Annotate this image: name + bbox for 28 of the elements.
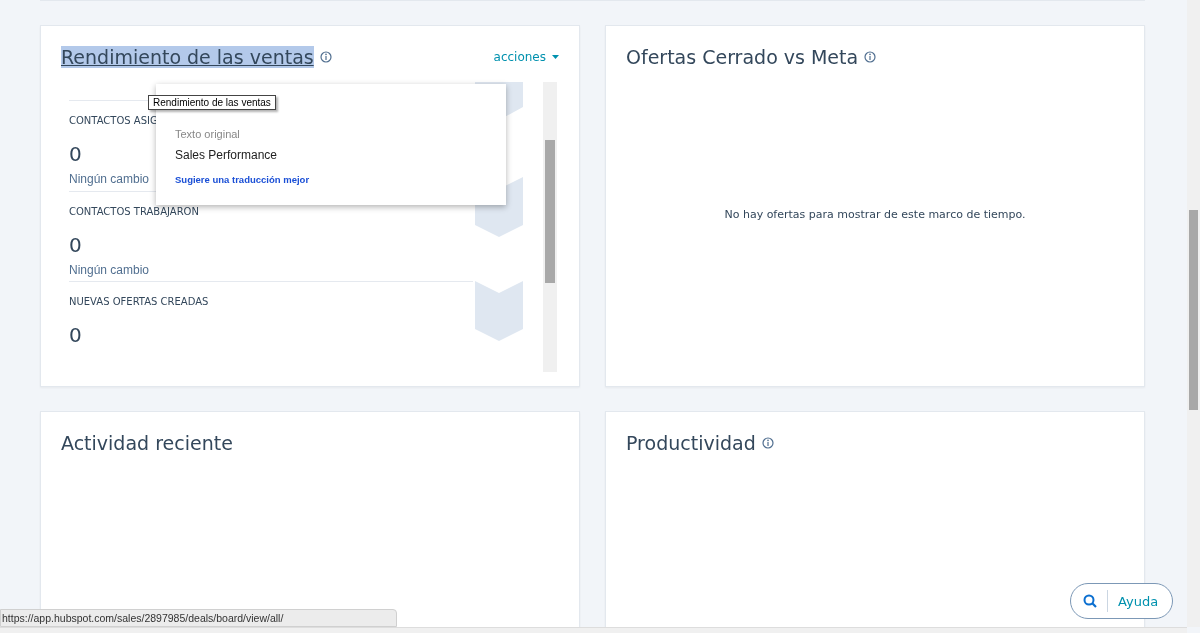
metric-value: 0: [69, 142, 82, 166]
scrollbar[interactable]: [543, 82, 557, 372]
caret-icon: [552, 55, 559, 59]
popup-heading: Texto original: [175, 128, 241, 140]
actions-dropdown[interactable]: acciones: [493, 50, 559, 64]
card-title: Productividad: [626, 432, 756, 454]
original-text: Sales Performance: [175, 148, 279, 162]
info-icon[interactable]: [761, 437, 774, 449]
empty-message: No hay ofertas para mostrar de este marco de tiempo.: [724, 208, 1026, 221]
metric-label: CONTACTOS TRABAJARON: [69, 205, 200, 217]
page-scrollbar[interactable]: [1187, 0, 1200, 627]
metric-value: 0: [69, 232, 82, 257]
search-icon: [1083, 594, 1097, 608]
info-icon[interactable]: [319, 51, 332, 63]
metric-label: NUEVAS OFERTAS CREADAS: [69, 296, 210, 308]
card-title: Ofertas Cerrado vs Meta: [626, 46, 859, 68]
suggest-link[interactable]: Sugiere una traducción mejor: [175, 174, 310, 185]
tooltip: Rendimiento de las ventas: [148, 95, 276, 110]
help-button[interactable]: Ayuda: [1070, 583, 1173, 619]
horizontal-scrollbar[interactable]: [0, 627, 1187, 633]
metric-value: 0: [69, 323, 82, 348]
card-title: Rendimiento de las ventas: [61, 46, 314, 68]
metric-change: Ningún cambio: [69, 172, 150, 186]
metric-label: CONTACTOS ASIG: [69, 115, 159, 126]
info-icon[interactable]: [864, 51, 877, 63]
status-url: https://app.hubspot.com/sales/2897985/deals/board/view/all/: [0, 609, 397, 627]
metric-change: Ningún cambio: [69, 262, 150, 277]
card-title: Actividad reciente: [61, 432, 233, 454]
